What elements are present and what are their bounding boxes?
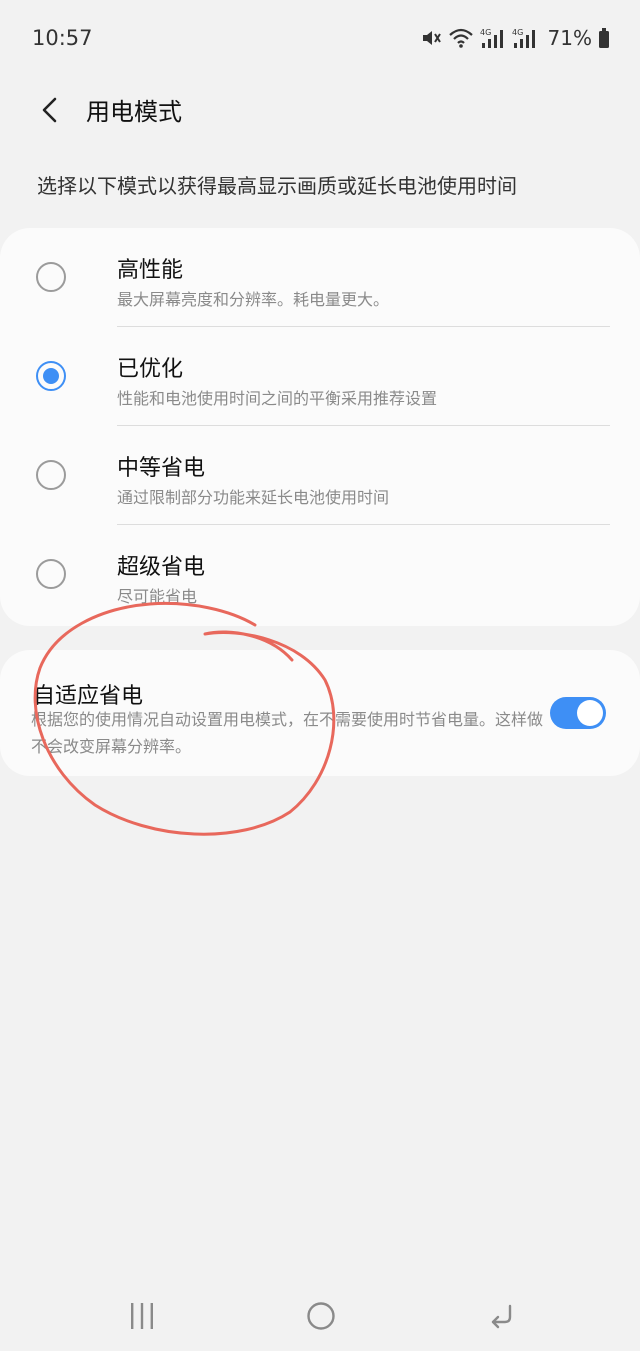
status-icons: 4G 4G 71% <box>420 26 610 50</box>
mode-subtitle: 最大屏幕亮度和分辨率。耗电量更大。 <box>117 290 390 309</box>
radio-max-saving[interactable] <box>36 559 66 589</box>
status-time: 10:57 <box>32 26 93 50</box>
radio-high-performance[interactable] <box>36 262 66 292</box>
recents-icon <box>131 1303 153 1329</box>
wifi-icon <box>448 27 474 49</box>
app-header: 用电模式 <box>0 80 640 140</box>
adaptive-subtitle: 根据您的使用情况自动设置用电模式，在不需要使用时节省电量。这样做不会改变屏幕分辨… <box>31 710 544 756</box>
toggle-knob <box>577 700 603 726</box>
mode-subtitle: 性能和电池使用时间之间的平衡采用推荐设置 <box>117 389 438 408</box>
signal-4g-icon: 4G <box>480 27 506 49</box>
page-description: 选择以下模式以获得最高显示画质或延长电池使用时间 <box>37 174 517 198</box>
nav-back-button[interactable] <box>478 1298 522 1334</box>
battery-icon <box>598 27 610 49</box>
mode-title: 超级省电 <box>117 555 206 580</box>
mode-subtitle: 尽可能省电 <box>117 587 198 606</box>
svg-text:4G: 4G <box>480 28 491 37</box>
mode-title: 高性能 <box>117 258 184 283</box>
mode-item-medium-saving[interactable]: 中等省电 通过限制部分功能来延长电池使用时间 <box>0 426 640 524</box>
svg-text:4G: 4G <box>512 28 523 37</box>
adaptive-toggle-switch[interactable] <box>550 697 606 729</box>
status-bar: 10:57 4G 4G 71% <box>0 0 640 80</box>
battery-percent: 71% <box>547 26 592 50</box>
mode-item-optimized[interactable]: 已优化 性能和电池使用时间之间的平衡采用推荐设置 <box>0 327 640 425</box>
mode-title: 中等省电 <box>117 456 206 481</box>
adaptive-power-saving-row[interactable]: 自适应省电 根据您的使用情况自动设置用电模式，在不需要使用时节省电量。这样做不会… <box>0 650 640 776</box>
radio-optimized[interactable] <box>36 361 66 391</box>
recents-button[interactable] <box>120 1298 164 1334</box>
navigation-bar <box>0 1280 640 1351</box>
mode-subtitle: 通过限制部分功能来延长电池使用时间 <box>117 488 390 507</box>
home-button[interactable] <box>299 1298 343 1334</box>
mute-icon <box>420 27 442 49</box>
home-icon <box>307 1302 335 1330</box>
mode-item-high-performance[interactable]: 高性能 最大屏幕亮度和分辨率。耗电量更大。 <box>0 228 640 326</box>
power-mode-list: 高性能 最大屏幕亮度和分辨率。耗电量更大。 已优化 性能和电池使用时间之间的平衡… <box>0 228 640 626</box>
back-arrow-icon <box>42 97 57 123</box>
back-icon <box>491 1304 512 1329</box>
radio-medium-saving[interactable] <box>36 460 66 490</box>
page-title: 用电模式 <box>86 98 182 126</box>
mode-item-max-saving[interactable]: 超级省电 尽可能省电 <box>0 525 640 623</box>
signal-4g-icon-2: 4G <box>512 27 538 49</box>
mode-title: 已优化 <box>117 357 184 382</box>
back-button[interactable] <box>30 90 70 130</box>
